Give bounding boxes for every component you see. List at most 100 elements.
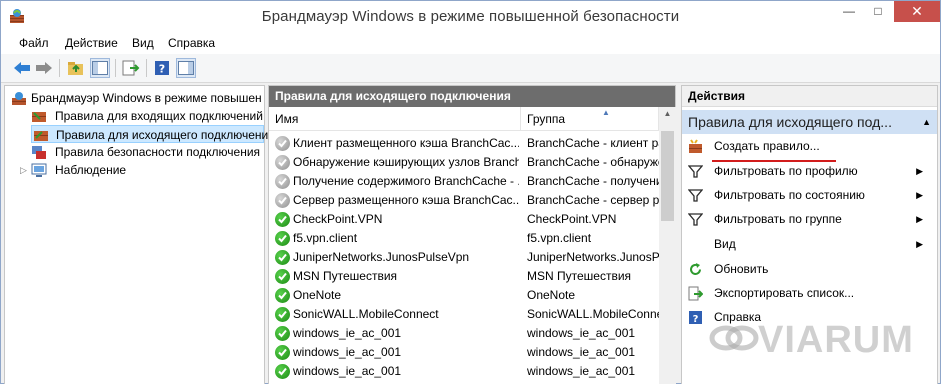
rule-name: f5.vpn.client [293,231,358,245]
tree-item-label: Правила безопасности подключения [55,145,261,159]
inbound-rules-icon [32,112,46,122]
menu-help[interactable]: Справка [168,36,215,50]
rule-name: Клиент размещенного кэша BranchCac... [293,136,519,150]
rule-group: windows_ie_ac_001 [527,364,636,378]
new-rule-icon [688,139,703,154]
actions-section-outbound[interactable]: Правила для исходящего под... ▲ [682,110,937,134]
back-icon[interactable] [12,58,32,78]
toolbar: ? [1,54,940,83]
rule-enabled-icon [275,250,290,265]
menu-view[interactable]: Вид [132,36,154,50]
rule-group: BranchCache - обнаруже [527,155,659,169]
rule-enabled-icon [275,326,290,341]
action-item[interactable]: Обновить [682,258,937,280]
actions-header: Действия [682,86,937,107]
collapse-triangle-icon[interactable]: ▲ [922,110,931,134]
table-row[interactable]: SonicWALL.MobileConnect SonicWALL.MobileC… [269,305,659,324]
up-folder-icon[interactable] [66,58,86,78]
rule-group: JuniperNetworks.JunosPu [527,250,659,264]
table-row[interactable]: Сервер размещенного кэша BranchCac... Bra… [269,191,659,210]
menu-bar: Файл Действие Вид Справка [1,32,940,54]
tree-root[interactable]: Брандмауэр Windows в режиме повышен [9,89,264,107]
rule-group: BranchCache - клиент ра [527,136,659,150]
rule-enabled-icon [275,307,290,322]
help-icon: ? [688,310,703,325]
column-header-group[interactable]: Группа [521,107,659,131]
table-row[interactable]: windows_ie_ac_001 windows_ie_ac_001 [269,362,659,381]
action-label: Экспортировать список... [714,286,855,300]
menu-file[interactable]: Файл [19,36,49,50]
close-button[interactable]: ✕ [894,1,940,22]
rule-disabled-icon [275,136,290,151]
filter-icon [687,212,704,227]
tree-item-outbound[interactable]: Правила для исходящего подключени [31,125,268,143]
help-toolbar-icon[interactable]: ? [152,58,172,78]
rule-enabled-icon [275,288,290,303]
column-header-name[interactable]: Имя [269,107,521,131]
maximize-button[interactable]: □ [864,1,892,22]
rules-list-pane: Правила для исходящего подключения Имя Г… [268,85,676,384]
action-item[interactable]: Фильтровать по группе ▶ [682,208,937,230]
table-row[interactable]: CheckPoint.VPN CheckPoint.VPN [269,210,659,229]
action-label: Обновить [714,262,769,276]
forward-icon[interactable] [34,58,54,78]
tree-item-inbound[interactable]: Правила для входящих подключений [29,107,266,125]
submenu-arrow-icon: ▶ [916,214,923,224]
svg-text:?: ? [159,63,165,76]
tree-item-connection-security[interactable]: Правила безопасности подключения [29,143,266,161]
scrollbar-thumb[interactable] [661,131,674,221]
action-item[interactable]: Фильтровать по состоянию ▶ [682,184,937,206]
rule-group: windows_ie_ac_001 [527,345,636,359]
export-list-icon[interactable] [121,58,141,78]
table-row[interactable]: Клиент размещенного кэша BranchCac... Bra… [269,134,659,153]
table-row[interactable]: Получение содержимого BranchCache - ... B… [269,172,659,191]
rule-name: windows_ie_ac_001 [293,364,402,378]
action-item[interactable]: Экспортировать список... [682,282,937,304]
show-hide-action-pane-icon[interactable] [176,58,196,78]
table-row[interactable]: Обнаружение кэширующих узлов Branch... Br… [269,153,659,172]
rule-disabled-icon [275,193,290,208]
firewall-root-icon [12,92,26,105]
table-row[interactable]: OneNote OneNote [269,286,659,305]
table-row[interactable]: f5.vpn.client f5.vpn.client [269,229,659,248]
vertical-scrollbar[interactable]: ▲ [659,107,676,384]
rule-enabled-icon [275,269,290,284]
table-row[interactable]: windows_ie_ac_001 windows_ie_ac_001 [269,343,659,362]
rule-group: SonicWALL.MobileConnect [527,307,659,321]
rule-name: Сервер размещенного кэша BranchCac... [293,193,519,207]
rule-name: MSN Путешествия [293,269,398,283]
table-row[interactable]: windows_ie_ac_001 windows_ie_ac_001 [269,324,659,343]
rule-group: windows_ie_ac_001 [527,326,636,340]
action-label: Фильтровать по профилю [714,164,858,178]
refresh-icon [688,262,703,277]
rule-group: BranchCache - сервер ра [527,193,659,207]
rule-name: OneNote [293,288,342,302]
rule-name: JuniperNetworks.JunosPulseVpn [293,250,470,264]
tree-item-label: Наблюдение [55,163,127,177]
table-row[interactable]: MSN Путешествия MSN Путешествия [269,267,659,286]
minimize-button[interactable]: — [835,1,863,22]
scroll-up-icon[interactable]: ▲ [659,109,676,118]
table-row[interactable]: JuniperNetworks.JunosPulseVpn JuniperNetw… [269,248,659,267]
rule-name: SonicWALL.MobileConnect [293,307,439,321]
svg-text:?: ? [693,314,699,325]
tree-item-monitoring[interactable]: Наблюдение [29,161,266,179]
action-label: Создать правило... [714,139,820,153]
rule-group: MSN Путешествия [527,269,632,283]
show-hide-tree-icon[interactable] [90,58,110,78]
tree-root-label: Брандмауэр Windows в режиме повышен [31,91,262,105]
rule-name: Получение содержимого BranchCache - ... [293,174,519,188]
action-item[interactable]: Создать правило... [682,135,937,157]
expand-arrow-icon[interactable]: ▷ [20,165,27,176]
menu-action[interactable]: Действие [65,36,118,50]
watermark-logo-icon [709,325,759,351]
action-item[interactable]: Вид ▶ [682,233,937,255]
filter-icon [687,164,704,179]
action-item[interactable]: Фильтровать по профилю ▶ [682,160,937,182]
tree-item-label: Правила для исходящего подключени [56,128,269,142]
rule-name: Обнаружение кэширующих узлов Branch... [293,155,519,169]
action-label: Фильтровать по состоянию [714,188,865,202]
action-label: Вид [714,237,736,251]
rule-group: f5.vpn.client [527,231,592,245]
action-label: Фильтровать по группе [714,212,842,226]
